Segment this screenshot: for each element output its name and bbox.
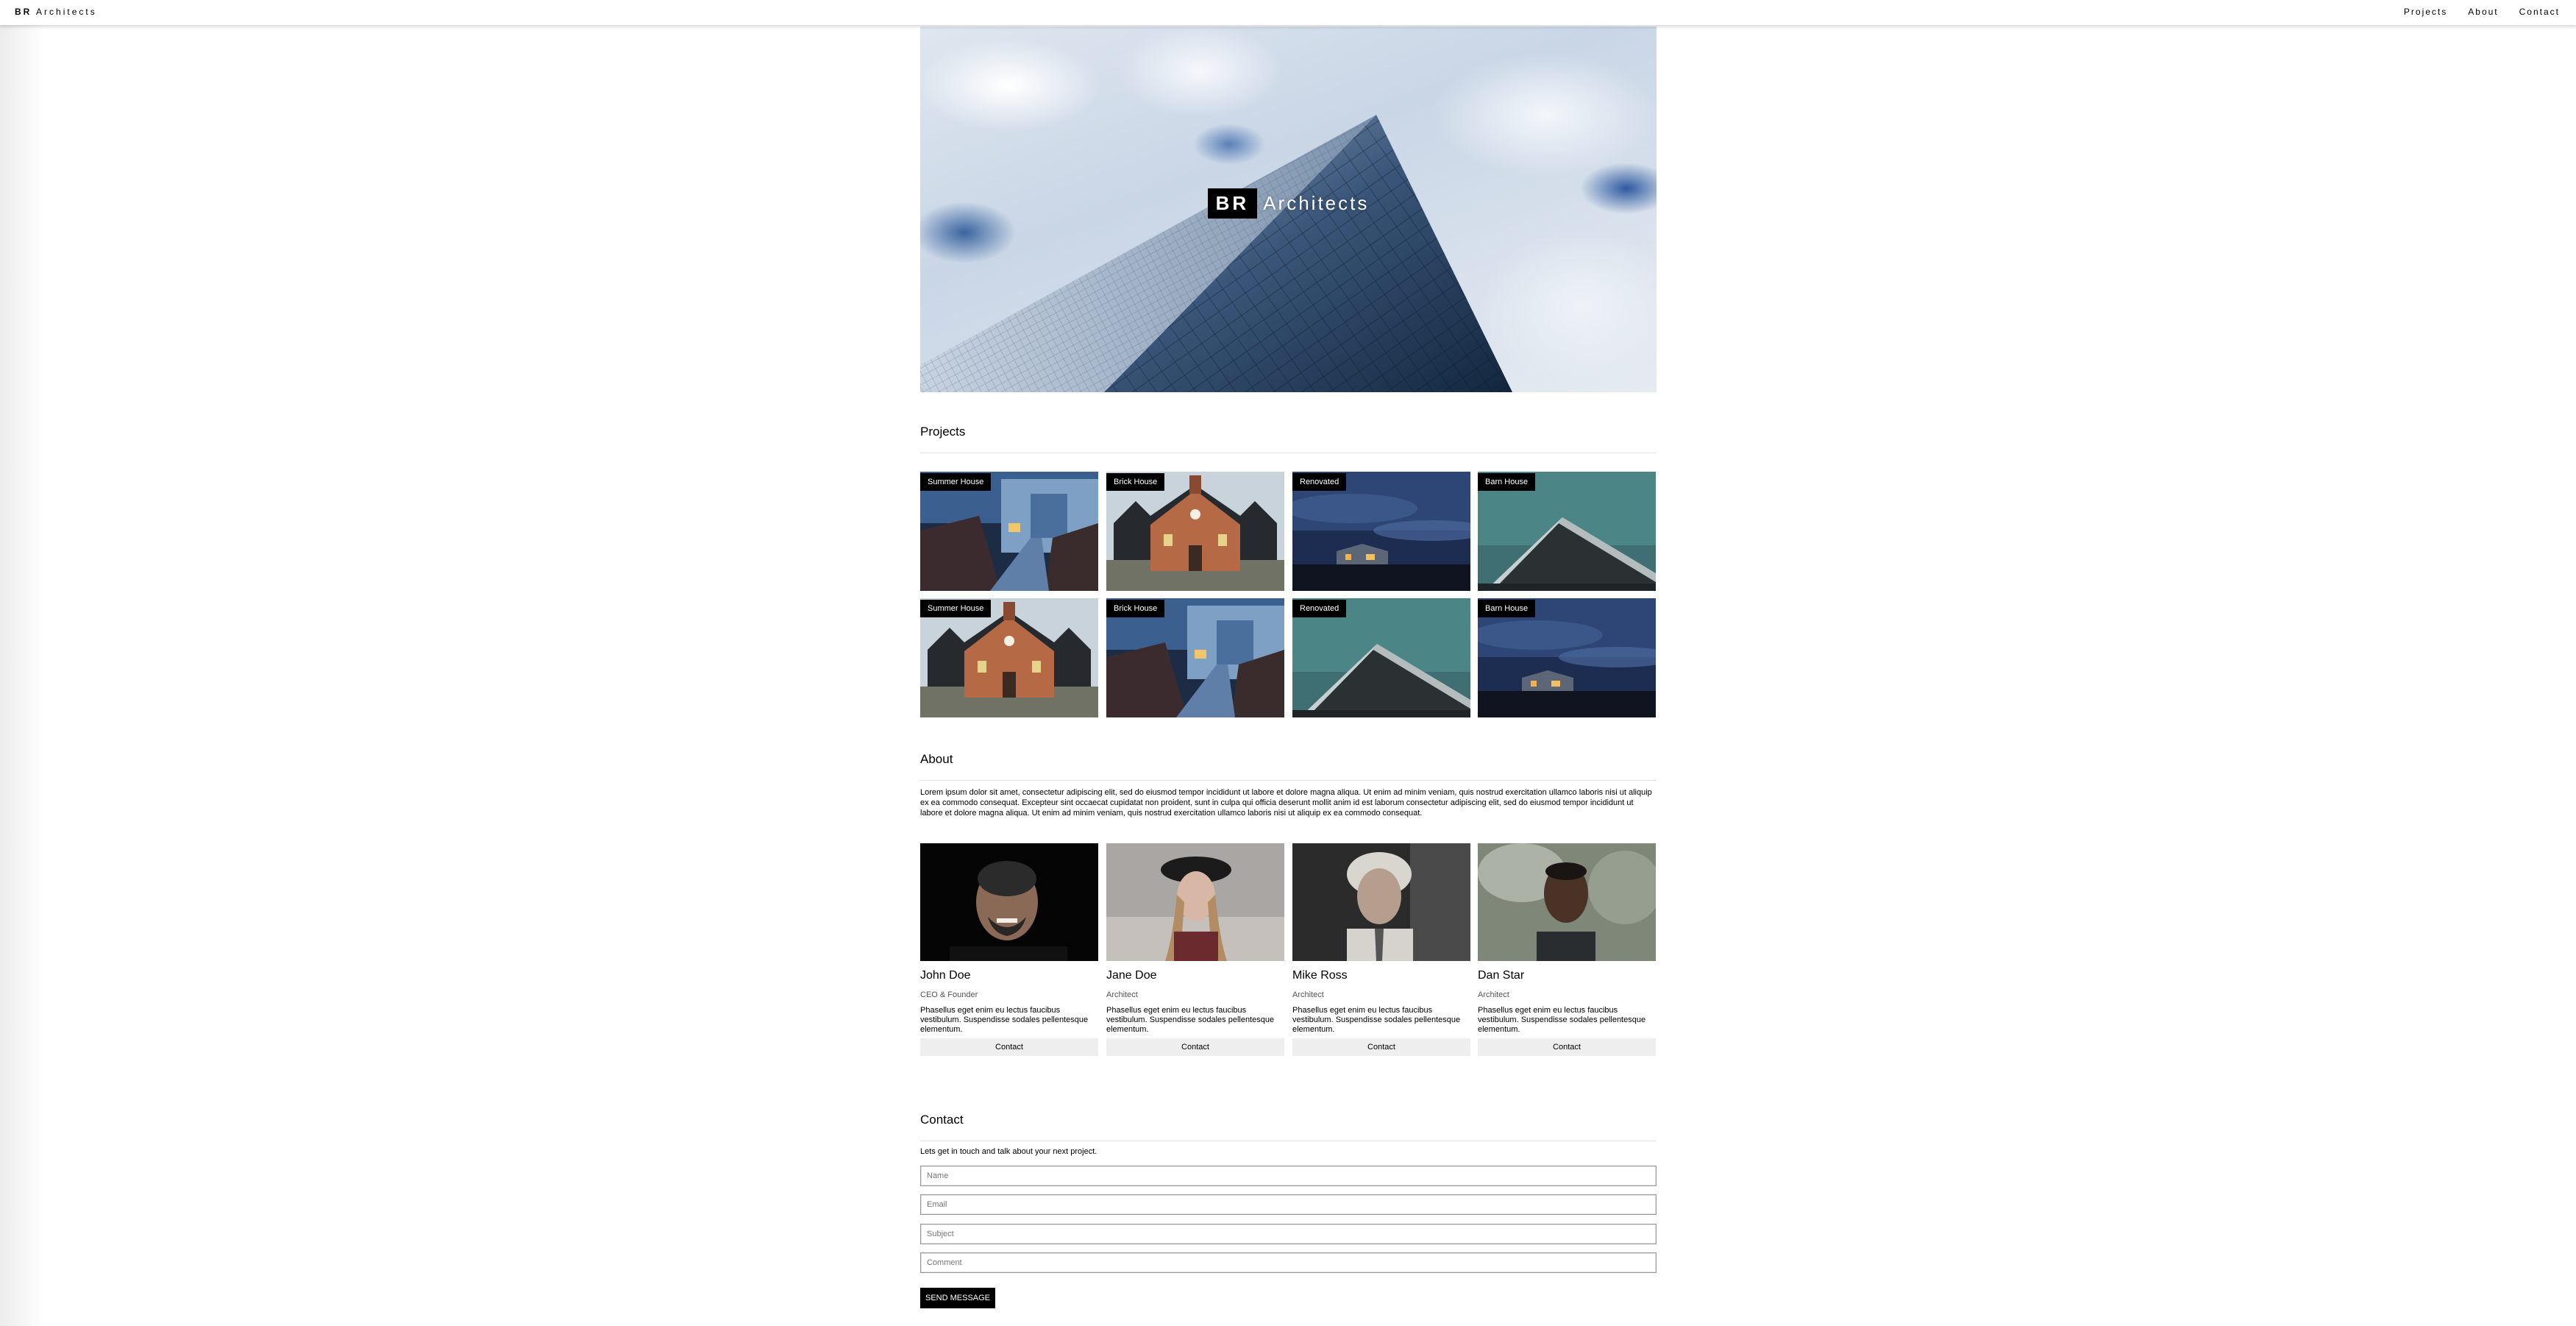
subject-input[interactable] xyxy=(920,1224,1657,1244)
comment-input[interactable] xyxy=(920,1252,1657,1273)
project-card[interactable]: Barn House xyxy=(1478,472,1656,591)
team-member-photo xyxy=(1478,843,1656,961)
project-card[interactable]: Renovated xyxy=(1292,472,1470,591)
team-member-card: Jane Doe Architect Phasellus eget enim e… xyxy=(1106,843,1284,1056)
project-card[interactable]: Barn House xyxy=(1478,598,1656,717)
team-member-card: John Doe CEO & Founder Phasellus eget en… xyxy=(920,843,1098,1056)
team-member-contact-button[interactable]: Contact xyxy=(1292,1038,1470,1056)
team-member-role: CEO & Founder xyxy=(920,990,978,999)
team-member-name: Mike Ross xyxy=(1292,969,1348,982)
contact-lead-text: Lets get in touch and talk about your ne… xyxy=(920,1147,1097,1156)
project-tag: Renovated xyxy=(1292,600,1347,617)
project-tag: Brick House xyxy=(1106,600,1165,617)
hero-banner: BR Architects xyxy=(920,26,1657,392)
team-member-contact-button[interactable]: Contact xyxy=(1478,1038,1656,1056)
project-card[interactable]: Summer House xyxy=(920,598,1098,717)
team-member-photo xyxy=(920,843,1098,961)
about-text: Lorem ipsum dolor sit amet, consectetur … xyxy=(920,788,1652,818)
project-card[interactable]: Summer House xyxy=(920,472,1098,591)
brand-initials: BR xyxy=(15,7,32,17)
name-input[interactable] xyxy=(920,1166,1657,1186)
team-member-photo xyxy=(1106,843,1284,961)
team-member-name: Dan Star xyxy=(1478,969,1525,982)
team-member-description: Phasellus eget enim eu lectus faucibus v… xyxy=(920,1006,1089,1034)
projects-heading: Projects xyxy=(920,425,1657,453)
brand-name: Architects xyxy=(36,7,97,17)
team-member-role: Architect xyxy=(1106,990,1138,999)
project-tag: Barn House xyxy=(1478,600,1536,617)
team-member-role: Architect xyxy=(1292,990,1324,999)
team-member-name: Jane Doe xyxy=(1106,969,1157,982)
project-tag: Summer House xyxy=(920,600,992,617)
team-member-description: Phasellus eget enim eu lectus faucibus v… xyxy=(1292,1006,1461,1034)
team-member-contact-button[interactable]: Contact xyxy=(920,1038,1098,1056)
nav-links: Projects About Contact xyxy=(2404,7,2560,17)
team-member-role: Architect xyxy=(1478,990,1509,999)
brand-logo-link[interactable]: BR Architects xyxy=(15,7,97,17)
hero-logo-word: Architects xyxy=(1263,192,1370,214)
project-card[interactable]: Renovated xyxy=(1292,598,1470,717)
contact-heading: Contact xyxy=(920,1113,1657,1141)
top-navbar: BR Architects Projects About Contact xyxy=(0,0,2576,25)
team-member-photo xyxy=(1292,843,1470,961)
email-input[interactable] xyxy=(920,1194,1657,1215)
team-member-description: Phasellus eget enim eu lectus faucibus v… xyxy=(1106,1006,1275,1034)
team-member-card: Mike Ross Architect Phasellus eget enim … xyxy=(1292,843,1470,1056)
project-tag: Brick House xyxy=(1106,473,1165,491)
hero-logo-initials: BR xyxy=(1207,188,1258,219)
project-tag: Summer House xyxy=(920,473,992,491)
team-member-name: John Doe xyxy=(920,969,971,982)
team-member-description: Phasellus eget enim eu lectus faucibus v… xyxy=(1478,1006,1646,1034)
project-card[interactable]: Brick House xyxy=(1106,472,1284,591)
team-member-contact-button[interactable]: Contact xyxy=(1106,1038,1284,1056)
project-tag: Renovated xyxy=(1292,473,1347,491)
send-message-button[interactable]: SEND MESSAGE xyxy=(920,1288,995,1308)
project-card[interactable]: Brick House xyxy=(1106,598,1284,717)
team-member-card: Dan Star Architect Phasellus eget enim e… xyxy=(1478,843,1656,1056)
project-tag: Barn House xyxy=(1478,473,1536,491)
about-heading: About xyxy=(920,752,1657,781)
nav-link-contact[interactable]: Contact xyxy=(2519,7,2560,17)
nav-link-about[interactable]: About xyxy=(2468,7,2498,17)
page-left-shade xyxy=(0,0,44,1326)
hero-logo: BR Architects xyxy=(920,188,1657,219)
nav-link-projects[interactable]: Projects xyxy=(2404,7,2447,17)
